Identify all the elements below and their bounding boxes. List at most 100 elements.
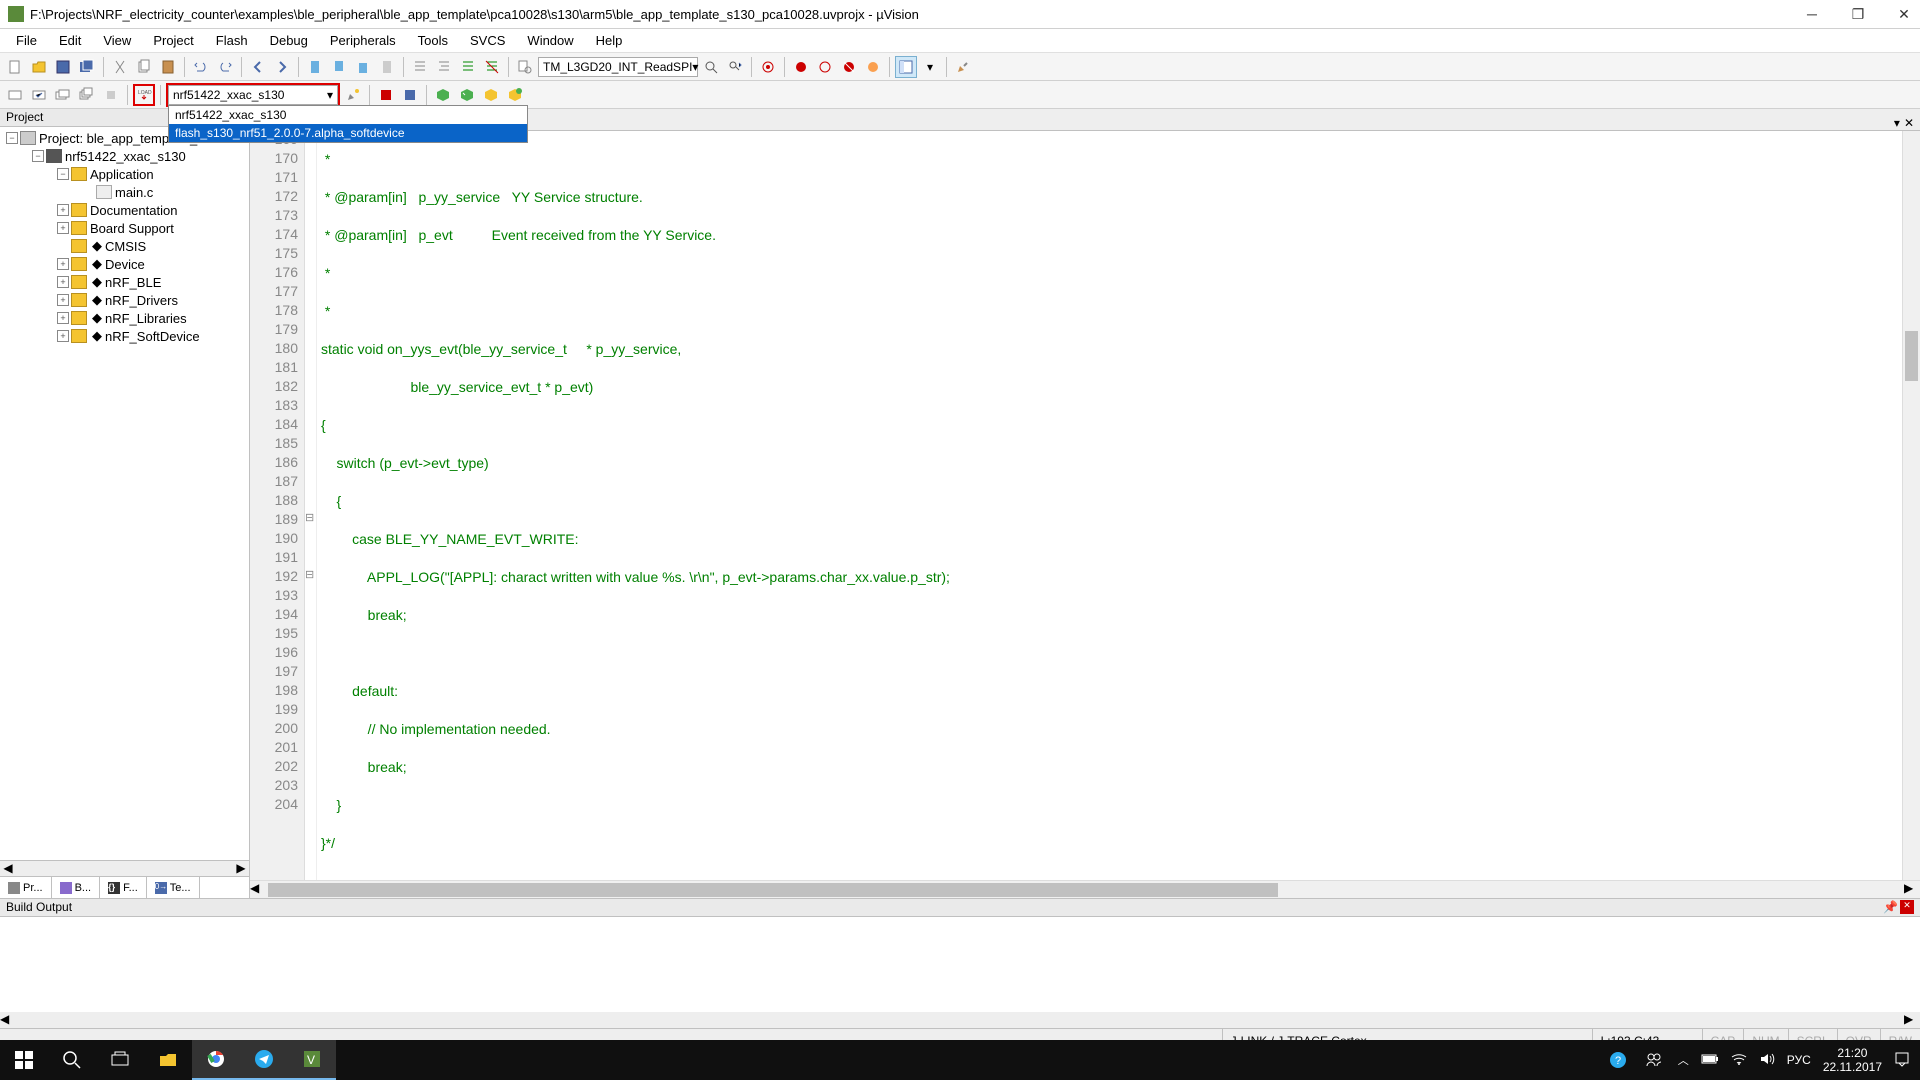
code-text[interactable]: * * @param[in] p_yy_service YY Service s… <box>317 131 1902 880</box>
nav-back-icon[interactable] <box>247 56 269 78</box>
download-icon[interactable]: LOAD <box>133 84 155 106</box>
pack-next-icon[interactable] <box>480 84 502 106</box>
tree-group-cmsis[interactable]: ◆CMSIS <box>2 237 247 255</box>
menu-edit[interactable]: Edit <box>49 30 91 51</box>
tree-group-nrf-ble[interactable]: +◆nRF_BLE <box>2 273 247 291</box>
tray-help-icon[interactable]: ? <box>1606 1040 1630 1080</box>
menu-help[interactable]: Help <box>586 30 633 51</box>
code-area[interactable]: 1691701711721731741751761771781791801811… <box>250 131 1920 880</box>
fold-gutter[interactable]: ⊟⊟ <box>305 131 317 880</box>
tray-people-icon[interactable] <box>1642 1040 1666 1080</box>
menu-peripherals[interactable]: Peripherals <box>320 30 406 51</box>
project-tab-templates[interactable]: 0→Te... <box>147 877 200 898</box>
file-extensions-icon[interactable] <box>375 84 397 106</box>
uncomment-icon[interactable] <box>481 56 503 78</box>
find-next-icon[interactable] <box>724 56 746 78</box>
menu-view[interactable]: View <box>93 30 141 51</box>
tree-group-documentation[interactable]: +Documentation <box>2 201 247 219</box>
task-view-icon[interactable] <box>96 1040 144 1080</box>
indent-icon[interactable] <box>409 56 431 78</box>
bookmark-next-icon[interactable] <box>352 56 374 78</box>
breakpoint-kill-icon[interactable] <box>862 56 884 78</box>
project-tree[interactable]: −Project: ble_app_template_s −nrf51422_x… <box>0 127 249 860</box>
find-icon[interactable] <box>700 56 722 78</box>
menu-debug[interactable]: Debug <box>260 30 318 51</box>
stop-build-icon[interactable] <box>100 84 122 106</box>
build-output-body[interactable] <box>0 917 1920 1012</box>
build-output-close-icon[interactable]: ✕ <box>1900 900 1914 914</box>
taskbar-uvision[interactable]: V <box>288 1040 336 1080</box>
project-tab-functions[interactable]: {}F... <box>100 877 147 898</box>
breakpoint-icon[interactable] <box>790 56 812 78</box>
tree-group-nrf-softdevice[interactable]: +◆nRF_SoftDevice <box>2 327 247 345</box>
maximize-button[interactable]: ❐ <box>1850 6 1866 22</box>
find-combo[interactable]: TM_L3GD20_INT_ReadSPI▾ <box>538 57 698 77</box>
target-options-icon[interactable] <box>342 84 364 106</box>
editor-tab-close-icon[interactable]: ✕ <box>1904 116 1914 130</box>
tray-notifications-icon[interactable] <box>1894 1051 1910 1070</box>
copy-icon[interactable] <box>133 56 155 78</box>
taskbar-explorer[interactable] <box>144 1040 192 1080</box>
find-in-files-icon[interactable] <box>514 56 536 78</box>
redo-icon[interactable] <box>214 56 236 78</box>
project-tab-books[interactable]: B... <box>52 877 101 898</box>
target-option-0[interactable]: nrf51422_xxac_s130 <box>169 106 527 124</box>
close-button[interactable]: ✕ <box>1896 6 1912 22</box>
editor-vscroll[interactable] <box>1902 131 1920 880</box>
tree-group-device[interactable]: +◆Device <box>2 255 247 273</box>
menu-file[interactable]: File <box>6 30 47 51</box>
menu-tools[interactable]: Tools <box>408 30 458 51</box>
project-hscroll[interactable]: ◀▶ <box>0 860 249 876</box>
comment-icon[interactable] <box>457 56 479 78</box>
editor-tab-dropdown-icon[interactable]: ▾ <box>1894 116 1900 130</box>
paste-icon[interactable] <box>157 56 179 78</box>
build-batch-icon[interactable] <box>76 84 98 106</box>
tree-group-nrf-drivers[interactable]: +◆nRF_Drivers <box>2 291 247 309</box>
tray-clock[interactable]: 21:2022.11.2017 <box>1823 1046 1882 1074</box>
tree-group-nrf-libraries[interactable]: +◆nRF_Libraries <box>2 309 247 327</box>
window-layout-icon[interactable] <box>895 56 917 78</box>
tree-file-main-c[interactable]: main.c <box>2 183 247 201</box>
build-icon[interactable] <box>28 84 50 106</box>
debug-start-icon[interactable] <box>757 56 779 78</box>
search-icon[interactable] <box>48 1040 96 1080</box>
tray-language[interactable]: РУС <box>1787 1053 1811 1067</box>
tray-battery-icon[interactable] <box>1701 1053 1719 1068</box>
target-option-1[interactable]: flash_s130_nrf51_2.0.0-7.alpha_softdevic… <box>169 124 527 142</box>
breakpoint-remove-icon[interactable] <box>838 56 860 78</box>
outdent-icon[interactable] <box>433 56 455 78</box>
tree-target[interactable]: −nrf51422_xxac_s130 <box>2 147 247 165</box>
tray-chevron-icon[interactable]: ︿ <box>1678 1052 1689 1068</box>
build-output-pin-icon[interactable]: 📌 <box>1883 900 1897 914</box>
undo-icon[interactable] <box>190 56 212 78</box>
bookmark-prev-icon[interactable] <box>328 56 350 78</box>
target-select-combo[interactable]: nrf51422_xxac_s130▾ nrf51422_xxac_s130 f… <box>166 83 340 107</box>
taskbar-telegram[interactable] <box>240 1040 288 1080</box>
window-layout-dd-icon[interactable]: ▾ <box>919 56 941 78</box>
bookmark-clear-icon[interactable] <box>376 56 398 78</box>
editor-hscroll[interactable]: ◀▶ <box>250 880 1920 898</box>
tree-group-board-support[interactable]: +Board Support <box>2 219 247 237</box>
manage-books-icon[interactable] <box>399 84 421 106</box>
start-button[interactable] <box>0 1040 48 1080</box>
taskbar-chrome[interactable] <box>192 1040 240 1080</box>
menu-svcs[interactable]: SVCS <box>460 30 515 51</box>
open-file-icon[interactable] <box>28 56 50 78</box>
rebuild-icon[interactable] <box>52 84 74 106</box>
save-icon[interactable] <box>52 56 74 78</box>
nav-forward-icon[interactable] <box>271 56 293 78</box>
pack-rte-icon[interactable] <box>504 84 526 106</box>
tray-wifi-icon[interactable] <box>1731 1052 1747 1069</box>
menu-flash[interactable]: Flash <box>206 30 258 51</box>
bookmark-icon[interactable] <box>304 56 326 78</box>
translate-icon[interactable] <box>4 84 26 106</box>
minimize-button[interactable]: ─ <box>1804 6 1820 22</box>
menu-window[interactable]: Window <box>517 30 583 51</box>
tree-group-application[interactable]: −Application <box>2 165 247 183</box>
cut-icon[interactable] <box>109 56 131 78</box>
project-tab-project[interactable]: Pr... <box>0 877 52 898</box>
build-output-hscroll[interactable]: ◀▶ <box>0 1012 1920 1028</box>
breakpoint-disable-icon[interactable] <box>814 56 836 78</box>
menu-project[interactable]: Project <box>143 30 203 51</box>
pack-install-icon[interactable] <box>432 84 454 106</box>
